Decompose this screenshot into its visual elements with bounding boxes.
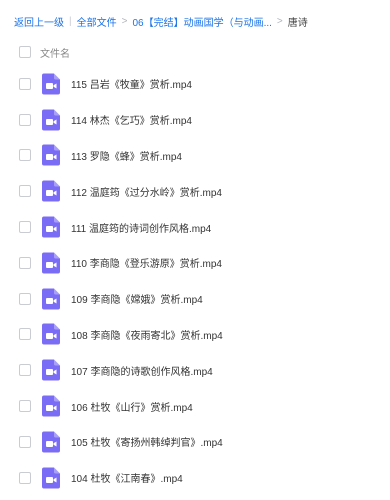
file-name[interactable]: 106 杜牧《山行》赏析.mp4 — [71, 399, 193, 414]
video-file-icon — [42, 359, 60, 381]
file-name[interactable]: 109 李商隐《嫦娥》赏析.mp4 — [71, 291, 203, 306]
file-name[interactable]: 105 杜牧《寄扬州韩绰判官》.mp4 — [71, 434, 223, 449]
file-list: 115 吕岩《牧童》赏析.mp4 114 林杰《乞巧》赏析.mp4 113 罗隐《蜂… — [0, 66, 390, 496]
file-name[interactable]: 111 温庭筠的诗词创作风格.mp4 — [71, 220, 211, 235]
video-file-icon — [42, 180, 60, 202]
current-folder: 唐诗 — [287, 17, 308, 29]
file-checkbox[interactable] — [19, 400, 31, 413]
video-file-icon — [42, 323, 60, 345]
file-checkbox[interactable] — [19, 185, 31, 198]
chevron-right-icon: > — [276, 15, 283, 27]
chevron-right-icon: > — [121, 15, 128, 27]
file-name[interactable]: 112 温庭筠《过分水岭》赏析.mp4 — [71, 184, 222, 199]
file-checkbox[interactable] — [19, 364, 31, 377]
file-checkbox[interactable] — [19, 113, 31, 126]
file-row[interactable]: 113 罗隐《蜂》赏析.mp4 — [0, 138, 390, 174]
video-file-icon — [42, 288, 60, 310]
file-checkbox[interactable] — [19, 435, 31, 448]
video-file-icon — [42, 431, 60, 453]
file-checkbox[interactable] — [19, 77, 31, 90]
file-checkbox[interactable] — [19, 292, 31, 305]
file-name[interactable]: 113 罗隐《蜂》赏析.mp4 — [71, 148, 182, 163]
breadcrumb-separator: | — [69, 15, 72, 27]
file-row[interactable]: 115 吕岩《牧童》赏析.mp4 — [0, 66, 390, 102]
file-row[interactable]: 114 林杰《乞巧》赏析.mp4 — [0, 102, 390, 138]
file-row[interactable]: 112 温庭筠《过分水岭》赏析.mp4 — [0, 173, 390, 209]
video-file-icon — [42, 109, 60, 131]
video-file-icon — [42, 467, 60, 489]
file-row[interactable]: 104 杜牧《江南春》.mp4 — [0, 460, 390, 496]
select-all-checkbox[interactable] — [19, 46, 31, 58]
file-row[interactable]: 111 温庭筠的诗词创作风格.mp4 — [0, 209, 390, 245]
file-checkbox[interactable] — [19, 328, 31, 341]
file-checkbox[interactable] — [19, 221, 31, 234]
file-name[interactable]: 108 李商隐《夜雨寄北》赏析.mp4 — [71, 327, 223, 342]
breadcrumb: 返回上一级 | 全部文件 > 06【完结】动画国学（与动画... > 唐诗 — [14, 12, 384, 30]
file-name[interactable]: 104 杜牧《江南春》.mp4 — [71, 470, 183, 485]
file-row[interactable]: 107 李商隐的诗歌创作风格.mp4 — [0, 352, 390, 388]
file-checkbox[interactable] — [19, 149, 31, 162]
file-checkbox[interactable] — [19, 471, 31, 484]
column-header-filename: 文件名 — [40, 48, 70, 60]
file-name[interactable]: 107 李商隐的诗歌创作风格.mp4 — [71, 363, 213, 378]
video-file-icon — [42, 73, 60, 95]
video-file-icon — [42, 216, 60, 238]
video-file-icon — [42, 252, 60, 274]
file-checkbox[interactable] — [19, 256, 31, 269]
file-name[interactable]: 110 李商隐《登乐游原》赏析.mp4 — [71, 255, 222, 270]
video-file-icon — [42, 395, 60, 417]
file-row[interactable]: 106 杜牧《山行》赏析.mp4 — [0, 388, 390, 424]
file-name[interactable]: 114 林杰《乞巧》赏析.mp4 — [71, 112, 192, 127]
file-row[interactable]: 105 杜牧《寄扬州韩绰判官》.mp4 — [0, 424, 390, 460]
back-link[interactable]: 返回上一级 — [14, 14, 64, 29]
file-row[interactable]: 108 李商隐《夜雨寄北》赏析.mp4 — [0, 317, 390, 353]
file-list-header: 文件名 — [0, 41, 390, 63]
file-row[interactable]: 110 李商隐《登乐游原》赏析.mp4 — [0, 245, 390, 281]
all-files-link[interactable]: 全部文件 — [77, 14, 117, 29]
file-name[interactable]: 115 吕岩《牧童》赏析.mp4 — [71, 76, 192, 91]
file-row[interactable]: 109 李商隐《嫦娥》赏析.mp4 — [0, 281, 390, 317]
video-file-icon — [42, 144, 60, 166]
folder-link[interactable]: 06【完结】动画国学（与动画... — [132, 14, 271, 29]
